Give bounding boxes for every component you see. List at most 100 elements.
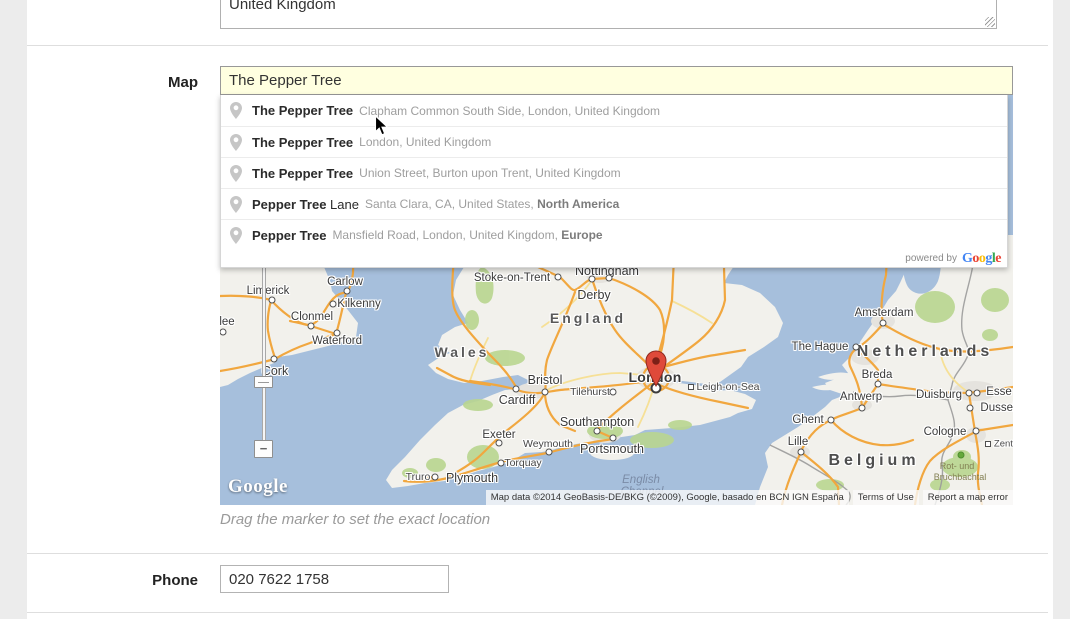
map-label: Bristol — [528, 373, 563, 387]
map-city-dot — [798, 449, 805, 456]
map-city-dot — [828, 417, 835, 424]
divider — [27, 553, 1048, 554]
map-label: Limerick — [247, 285, 290, 297]
map-label: Esse — [986, 386, 1012, 398]
map-city-dot — [610, 389, 617, 396]
zoom-slider-track[interactable] — [262, 245, 266, 447]
map-city-dot — [546, 449, 553, 456]
map-city-dot — [610, 435, 617, 442]
powered-by-bar: powered by Google — [221, 250, 1007, 267]
map-label: Zentr — [994, 439, 1013, 450]
map-city-dot — [967, 405, 974, 412]
autocomplete-item[interactable]: The Pepper Tree London, United Kingdom — [221, 126, 1007, 157]
map-city-dot — [875, 381, 882, 388]
map-search-input[interactable] — [220, 66, 1013, 95]
map-label: lee — [220, 316, 235, 328]
location-marker-icon[interactable] — [645, 350, 667, 388]
phone-field-label: Phone — [27, 572, 198, 589]
autocomplete-secondary-text: Clapham Common South Side, London, Unite… — [359, 104, 660, 118]
divider — [27, 45, 1048, 46]
autocomplete-secondary-text: North America — [537, 197, 619, 211]
map-pin-icon — [229, 196, 242, 213]
autocomplete-main-text: The Pepper Tree — [252, 135, 353, 150]
map-label: Portsmouth — [580, 442, 644, 456]
park-icon — [958, 452, 965, 459]
map-city-dot — [555, 274, 562, 281]
map-label: Plymouth — [446, 471, 498, 485]
map-city-dot — [334, 330, 341, 337]
map-label: Truro — [406, 471, 431, 483]
divider — [27, 612, 1048, 613]
map-label: The Hague — [792, 341, 849, 353]
map-label: Bruchbachtal — [934, 472, 987, 482]
map-label: Waterford — [312, 335, 362, 347]
map-city-dot — [688, 384, 694, 390]
map-city-dot — [594, 428, 601, 435]
map-pin-icon — [229, 102, 242, 119]
map-city-dot — [853, 344, 860, 351]
google-logo: Google — [962, 252, 1001, 266]
map-label: Kilkenny — [337, 298, 380, 310]
autocomplete-main-text: Pepper Tree — [252, 228, 326, 243]
map-city-dot — [985, 441, 991, 447]
autocomplete-item[interactable]: Pepper Tree Mansfield Road, London, Unite… — [221, 219, 1007, 250]
google-watermark[interactable]: Google — [228, 476, 288, 498]
autocomplete-item[interactable]: Pepper Tree LaneSanta Clara, CA, United … — [221, 188, 1007, 219]
autocomplete-item[interactable]: The Pepper Tree Clapham Common South Side… — [221, 95, 1007, 126]
map-city-dot — [496, 440, 503, 447]
map-pin-icon — [229, 165, 242, 182]
drag-hint: Drag the marker to set the exact locatio… — [220, 511, 490, 528]
map-label: Carlow — [327, 276, 363, 288]
map-label: Torquay — [504, 457, 541, 469]
map-label: Ghent — [792, 414, 823, 426]
autocomplete-main-text: Lane — [326, 197, 359, 212]
map-pin-icon — [229, 134, 242, 151]
map-label: Clonmel — [291, 311, 333, 323]
map-label: Stoke-on-Trent — [474, 272, 550, 284]
autocomplete-item[interactable]: The Pepper TreeUnion Street, Burton upon… — [221, 157, 1007, 188]
map-city-dot — [308, 323, 315, 330]
map-label: Rot- und — [940, 461, 975, 471]
map-field-label: Map — [27, 74, 198, 91]
map-city-dot — [589, 276, 596, 283]
map-label: Wales — [435, 344, 490, 360]
map-city-dot — [606, 275, 613, 282]
autocomplete-secondary-text: Union Street, Burton upon Trent, United … — [359, 166, 621, 180]
map-city-dot — [432, 474, 439, 481]
map-city-dot — [498, 460, 505, 467]
map-label: Cardiff — [499, 393, 536, 407]
map-city-dot — [330, 301, 337, 308]
map-city-dot — [542, 389, 549, 396]
autocomplete-main-text: Pepper Tree — [252, 197, 326, 212]
phone-input[interactable] — [220, 565, 449, 593]
autocomplete-main-text: The Pepper Tree — [252, 103, 353, 118]
map-city-dot — [880, 320, 887, 327]
autocomplete-secondary-text: Europe — [561, 228, 602, 242]
powered-by-label: powered by — [905, 253, 957, 264]
map-label: Dussel — [980, 402, 1013, 414]
map-label: England — [550, 310, 626, 326]
map-label: Leigh-on-Sea — [696, 381, 759, 393]
map-label: Duisburg — [916, 389, 962, 401]
map-label: Breda — [862, 369, 893, 381]
map-label: Cologne — [924, 426, 967, 438]
map-city-dot — [974, 390, 981, 397]
map-label: English — [622, 474, 660, 486]
zoom-slider-handle[interactable] — [254, 376, 273, 388]
autocomplete-list: The Pepper Tree Clapham Common South Side… — [221, 95, 1007, 250]
map-label: Amsterdam — [855, 307, 914, 319]
map-label: Antwerp — [840, 391, 882, 403]
report-map-error-link[interactable]: Report a map error — [923, 490, 1013, 505]
places-autocomplete-dropdown: The Pepper Tree Clapham Common South Side… — [220, 95, 1008, 268]
map-city-dot — [271, 356, 278, 363]
autocomplete-secondary-text: London, United Kingdom — [359, 135, 491, 149]
map-label: Belgium — [828, 452, 919, 470]
zoom-out-button[interactable]: − — [254, 440, 273, 458]
country-textarea[interactable]: United Kingdom — [220, 0, 997, 29]
autocomplete-secondary-text: Mansfield Road, London, United Kingdom, — [332, 228, 561, 242]
map-label: Lille — [788, 436, 808, 448]
map-label: Derby — [577, 288, 610, 302]
terms-of-use-link[interactable]: Terms of Use — [853, 490, 919, 505]
map-attribution: Map data ©2014 GeoBasis-DE/BKG (©2009), … — [486, 490, 849, 505]
map-city-dot — [973, 428, 980, 435]
